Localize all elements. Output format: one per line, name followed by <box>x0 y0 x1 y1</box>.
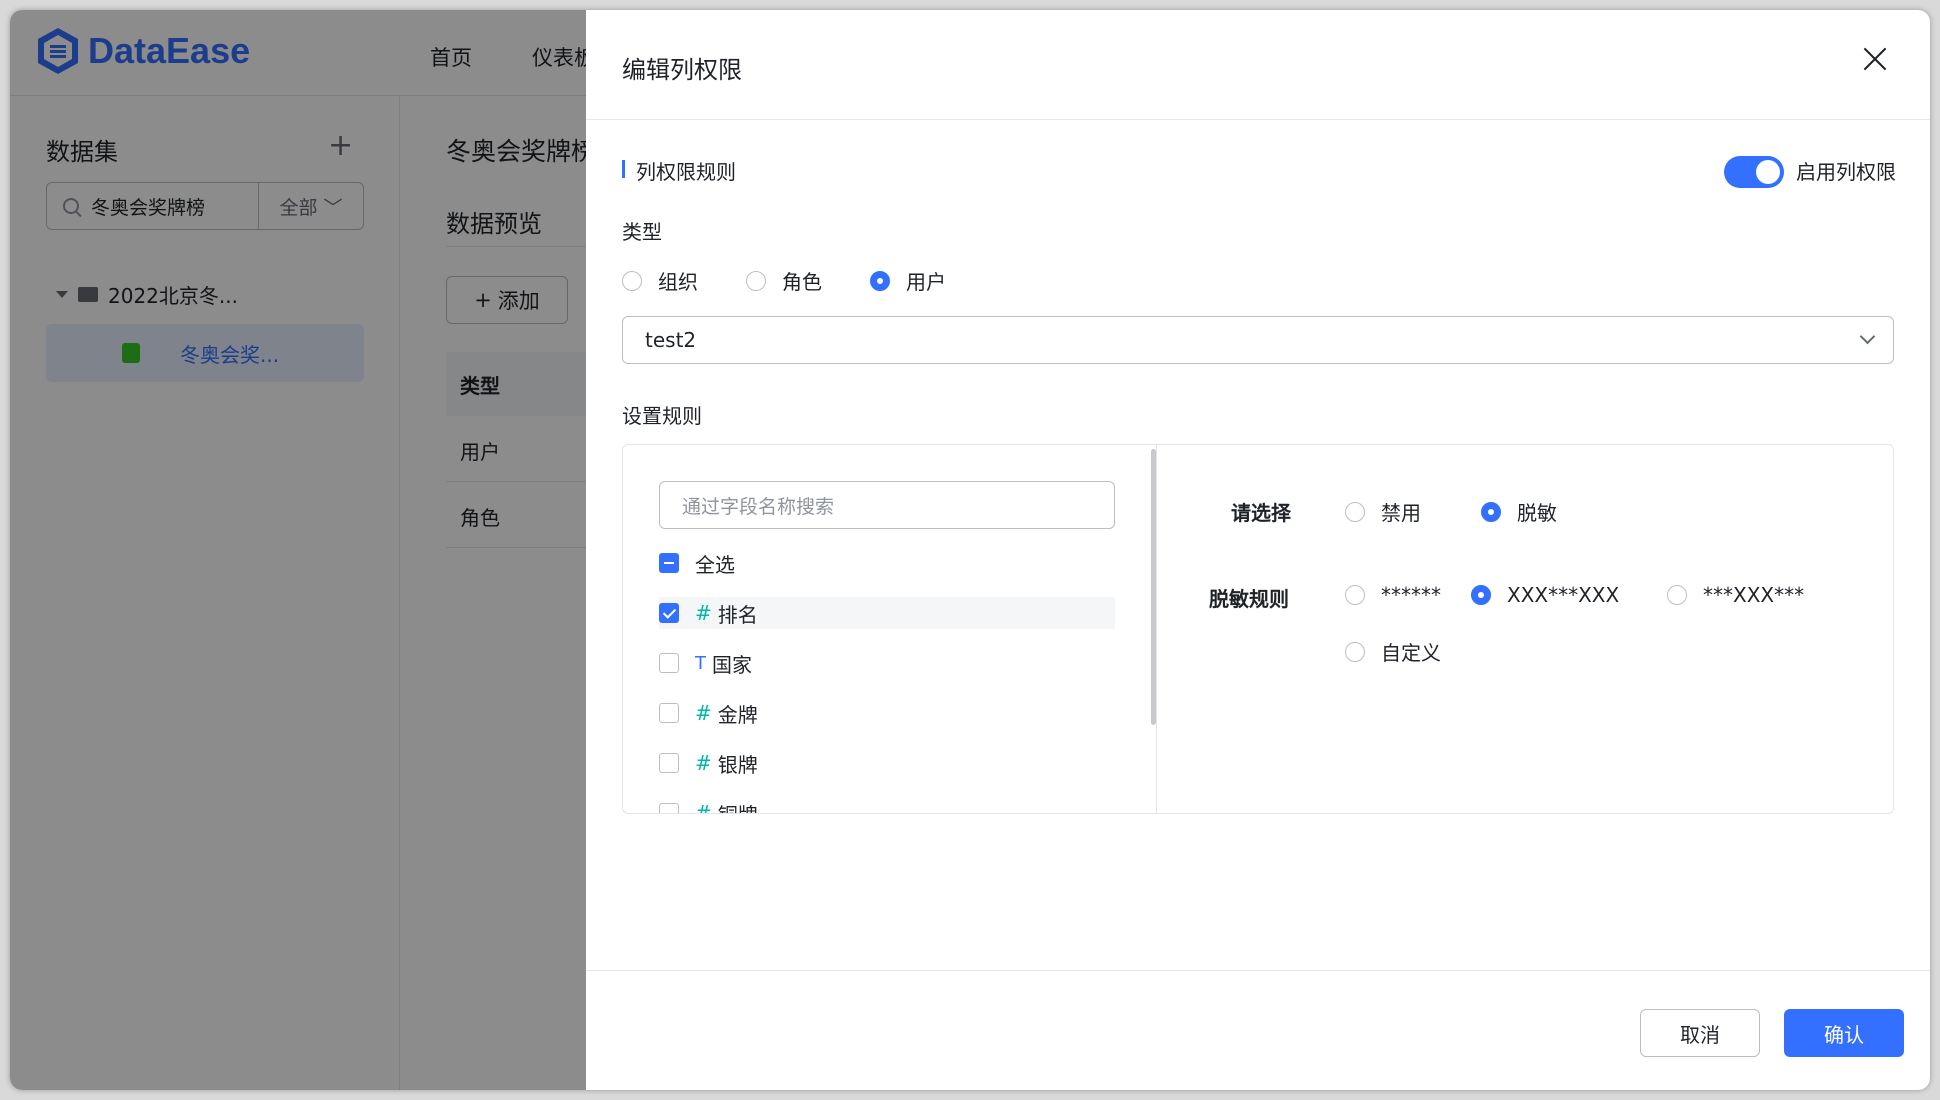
select-value: test2 <box>645 328 697 352</box>
radio-circle <box>1345 585 1365 605</box>
toggle-label: 启用列权限 <box>1796 160 1896 184</box>
field-item[interactable]: # 金牌 <box>659 697 1115 729</box>
number-type-icon: # <box>695 801 712 813</box>
radio-label: 组织 <box>658 270 698 294</box>
checkbox-label: 全选 <box>695 552 735 577</box>
section-accent <box>622 160 625 178</box>
radio-circle-selected <box>1471 585 1491 605</box>
mask-radio-middle[interactable]: XXX***XXX <box>1471 583 1619 607</box>
drawer-header: 编辑列权限 <box>586 10 1930 120</box>
radio-circle <box>622 270 642 291</box>
radio-label: 自定义 <box>1381 641 1441 665</box>
close-icon[interactable] <box>1862 46 1888 72</box>
rule-settings-pane: 请选择 禁用 脱敏 脱敏规则 ****** XXX***XXX ***XXX**… <box>1157 445 1893 813</box>
field-search-input[interactable]: 通过字段名称搜索 <box>659 481 1115 529</box>
mask-rule-label: 脱敏规则 <box>1209 587 1289 611</box>
drawer-title: 编辑列权限 <box>622 56 742 84</box>
radio-label: 脱敏 <box>1517 501 1557 525</box>
choose-label: 请选择 <box>1231 501 1291 525</box>
radio-label: ****** <box>1381 583 1441 607</box>
radio-label: XXX***XXX <box>1507 583 1620 607</box>
chevron-down-icon <box>1859 328 1876 345</box>
checkbox-checked <box>659 603 679 623</box>
scrollbar[interactable] <box>1151 449 1156 725</box>
checkbox <box>659 653 679 673</box>
toggle-knob <box>1756 160 1780 184</box>
field-item[interactable]: T 国家 <box>659 647 1115 679</box>
field-name: 银牌 <box>717 752 758 777</box>
radio-label: 用户 <box>906 270 946 294</box>
number-type-icon: # <box>695 701 712 725</box>
rules-box: 通过字段名称搜索 全选 #排名 T国家 #金牌 #银牌 #铜牌 请选择 禁用 脱… <box>622 444 1894 814</box>
section-title: 列权限规则 <box>636 160 736 184</box>
radio-label: 角色 <box>782 270 822 294</box>
radio-label: ***XXX*** <box>1703 583 1805 607</box>
enable-permission-toggle[interactable] <box>1724 156 1784 188</box>
checkbox <box>659 803 679 813</box>
number-type-icon: # <box>695 751 712 775</box>
radio-circle <box>746 270 766 291</box>
mask-radio-edges[interactable]: ***XXX*** <box>1667 583 1804 607</box>
field-item[interactable]: # 铜牌 <box>659 797 1115 813</box>
user-select[interactable]: test2 <box>622 316 1894 364</box>
checkbox <box>659 753 679 773</box>
radio-label: 禁用 <box>1381 501 1421 525</box>
radio-circle <box>1667 585 1687 605</box>
field-item[interactable]: # 排名 <box>659 597 1115 629</box>
rules-label: 设置规则 <box>622 404 702 428</box>
field-name: 铜牌 <box>718 799 758 814</box>
field-name: 排名 <box>717 602 758 627</box>
type-radio-user[interactable]: 用户 <box>870 266 946 295</box>
rule-radio-mask[interactable]: 脱敏 <box>1481 497 1557 526</box>
drawer-footer: 取消 确认 <box>586 970 1930 1090</box>
field-name: 金牌 <box>717 702 758 727</box>
checkbox-indeterminate <box>659 553 679 573</box>
radio-circle <box>1345 641 1365 662</box>
edit-column-permission-drawer: 编辑列权限 列权限规则 启用列权限 类型 组织 角色 用户 test2 设置规则… <box>586 10 1930 1090</box>
type-radio-role[interactable]: 角色 <box>746 266 822 295</box>
text-type-icon: T <box>695 652 706 674</box>
radio-circle-selected <box>870 270 890 291</box>
mask-radio-custom[interactable]: 自定义 <box>1345 637 1441 666</box>
field-item[interactable]: # 银牌 <box>659 747 1115 779</box>
confirm-button[interactable]: 确认 <box>1784 1009 1904 1057</box>
field-list-pane: 通过字段名称搜索 全选 #排名 T国家 #金牌 #银牌 #铜牌 <box>623 445 1157 813</box>
type-radio-org[interactable]: 组织 <box>622 266 698 295</box>
type-label: 类型 <box>622 220 662 244</box>
number-type-icon: # <box>695 601 712 625</box>
radio-circle-selected <box>1481 501 1501 522</box>
select-all-checkbox[interactable]: 全选 <box>659 547 1115 579</box>
app-window: DataEase 首页 仪表板 数据集 + 冬奥会奖牌榜 全部 ﹀ 2022北京… <box>10 10 1930 1090</box>
rule-radio-disable[interactable]: 禁用 <box>1345 497 1421 526</box>
cancel-button[interactable]: 取消 <box>1640 1009 1760 1057</box>
field-name: 国家 <box>712 652 752 677</box>
checkbox <box>659 703 679 723</box>
radio-circle <box>1345 501 1365 522</box>
mask-radio-all[interactable]: ****** <box>1345 583 1441 607</box>
